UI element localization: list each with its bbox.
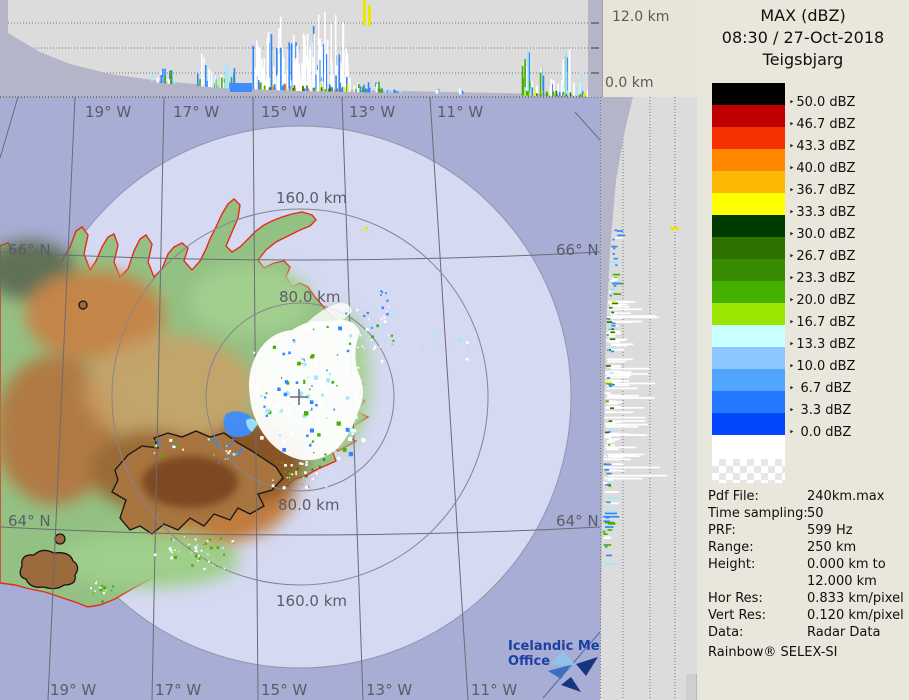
dbz-scale-label: ‣ 10.0 dBZ bbox=[789, 359, 856, 374]
dbz-scale-label: ‣ 6.7 dBZ bbox=[789, 381, 852, 396]
dbz-scale-label: ‣ 46.7 dBZ bbox=[789, 117, 856, 132]
dbz-scale-label: ‣ 20.0 dBZ bbox=[789, 293, 856, 308]
legend-panel: MAX (dBZ) 08:30 / 27-Oct-2018 Teigsbjarg… bbox=[697, 0, 909, 700]
scale-marker-icon: ‣ bbox=[789, 296, 795, 306]
dbz-color-block bbox=[712, 193, 785, 215]
scale-marker-icon: ‣ bbox=[789, 318, 795, 328]
dbz-color-block bbox=[712, 83, 785, 105]
scale-marker-icon: ‣ bbox=[789, 362, 795, 372]
lon-label-bottom: 13° W bbox=[366, 681, 412, 699]
height-max-label: 12.0 km bbox=[612, 9, 670, 25]
glacier-small-2 bbox=[78, 300, 88, 310]
dbz-color-block bbox=[712, 347, 785, 369]
scale-marker-icon: ‣ bbox=[789, 164, 795, 174]
scale-marker-icon: ‣ bbox=[789, 186, 795, 196]
side-height-profile-panel bbox=[600, 97, 703, 700]
dbz-scale-label: ‣ 13.3 dBZ bbox=[789, 337, 856, 352]
height-axis-band bbox=[588, 0, 603, 97]
product-datetime: 08:30 / 27-Oct-2018 bbox=[721, 28, 885, 47]
dbz-scale-label: ‣ 33.3 dBZ bbox=[789, 205, 856, 220]
dbz-color-block bbox=[712, 237, 785, 259]
dbz-scale-label: ‣ 26.7 dBZ bbox=[789, 249, 856, 264]
dbz-color-block bbox=[712, 105, 785, 127]
lon-label-top: 17° W bbox=[173, 103, 219, 121]
dbz-scale-label: ‣ 43.3 dBZ bbox=[789, 139, 856, 154]
dbz-color-block bbox=[712, 413, 785, 435]
lon-label-top: 15° W bbox=[261, 103, 307, 121]
scale-marker-icon: ‣ bbox=[789, 274, 795, 284]
dbz-scale-label: ‣ 3.3 dBZ bbox=[789, 403, 852, 418]
lon-label-bottom: 11° W bbox=[471, 681, 517, 699]
scale-marker-icon: ‣ bbox=[789, 208, 795, 218]
map-panel: 19° W 17° W 15° W 13° W 11° W 19° W 17° … bbox=[0, 97, 606, 700]
dbz-scale-label: ‣ 36.7 dBZ bbox=[789, 183, 856, 198]
lon-label-bottom: 19° W bbox=[50, 681, 96, 699]
dbz-color-block bbox=[712, 259, 785, 281]
dbz-color-block bbox=[712, 369, 785, 391]
dbz-scale-label: ‣ 0.0 dBZ bbox=[789, 425, 852, 440]
range-label-160-north: 160.0 km bbox=[276, 189, 347, 207]
scale-marker-icon: ‣ bbox=[789, 384, 795, 394]
radar-display-window: 19° W 17° W 15° W 13° W 11° W 19° W 17° … bbox=[0, 0, 909, 700]
software-brand: Rainbow® SELEX-SI bbox=[708, 645, 838, 660]
dbz-color-block bbox=[712, 215, 785, 237]
range-label-80-south: 80.0 km bbox=[278, 496, 339, 514]
dbz-scale-label: ‣ 16.7 dBZ bbox=[789, 315, 856, 330]
dbz-scale-label: ‣ 23.3 dBZ bbox=[789, 271, 856, 286]
glacier-small-1 bbox=[54, 533, 66, 545]
lon-label-top: 19° W bbox=[85, 103, 131, 121]
range-label-80-north: 80.0 km bbox=[279, 288, 340, 306]
height-tick bbox=[591, 22, 599, 24]
lat-label-left: 66° N bbox=[8, 241, 51, 259]
dbz-scale-label: ‣ 40.0 dBZ bbox=[789, 161, 856, 176]
lat-label-right: 64° N bbox=[556, 512, 599, 530]
dbz-color-block bbox=[712, 281, 785, 303]
station-name: Teigsbjarg bbox=[762, 50, 844, 69]
height-min-label: 0.0 km bbox=[605, 75, 654, 91]
height-scale-box: 12.0 km 0.0 km bbox=[588, 0, 697, 97]
lon-label-bottom: 15° W bbox=[261, 681, 307, 699]
range-label-160-south: 160.0 km bbox=[276, 592, 347, 610]
scale-marker-icon: ‣ bbox=[789, 98, 795, 108]
lat-label-left: 64° N bbox=[8, 512, 51, 530]
lon-label-top: 13° W bbox=[349, 103, 395, 121]
side-strip-footer-gray bbox=[686, 674, 696, 700]
dbz-no-data-checker bbox=[712, 459, 785, 483]
height-tick bbox=[591, 47, 599, 49]
scale-marker-icon: ‣ bbox=[789, 142, 795, 152]
dbz-color-block bbox=[712, 325, 785, 347]
glacier-south bbox=[19, 549, 79, 590]
dbz-color-block bbox=[712, 171, 785, 193]
logo-text-line2: Office bbox=[508, 654, 550, 669]
dbz-color-block bbox=[712, 127, 785, 149]
scale-marker-icon: ‣ bbox=[789, 252, 795, 262]
scale-marker-icon: ‣ bbox=[789, 428, 795, 438]
dbz-color-block bbox=[712, 303, 785, 325]
lon-label-top: 11° W bbox=[437, 103, 483, 121]
scale-marker-icon: ‣ bbox=[789, 120, 795, 130]
dbz-color-block bbox=[712, 391, 785, 413]
scale-marker-icon: ‣ bbox=[789, 340, 795, 350]
scale-marker-icon: ‣ bbox=[789, 406, 795, 416]
lon-label-bottom: 17° W bbox=[155, 681, 201, 699]
logo-text-line1: Icelandic Met bbox=[508, 639, 606, 654]
scale-marker-icon: ‣ bbox=[789, 230, 795, 240]
top-height-profile-panel bbox=[0, 0, 600, 97]
dbz-color-block bbox=[712, 149, 785, 171]
dbz-scale-label: ‣ 30.0 dBZ bbox=[789, 227, 856, 242]
dbz-colorbar bbox=[712, 83, 785, 483]
product-title: MAX (dBZ) bbox=[760, 6, 846, 25]
lat-label-right: 66° N bbox=[556, 241, 599, 259]
height-tick bbox=[591, 72, 599, 74]
dbz-scale-label: ‣ 50.0 dBZ bbox=[789, 95, 856, 110]
dbz-below-scale-white bbox=[712, 435, 785, 459]
